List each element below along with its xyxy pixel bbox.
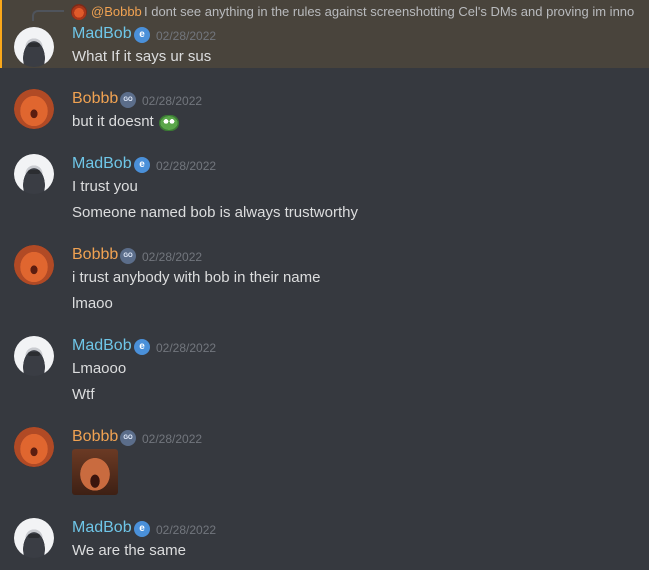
avatar[interactable] <box>14 427 54 467</box>
message-text: Wtf <box>72 386 95 403</box>
timestamp: 02/28/2022 <box>156 29 217 43</box>
message-text: Lmaooo <box>72 360 127 377</box>
timestamp: 02/28/2022 <box>142 94 203 108</box>
badge-icon[interactable]: e <box>134 339 150 355</box>
timestamp: 02/28/2022 <box>156 341 217 355</box>
message-text: lmaoo <box>72 295 113 312</box>
timestamp: 02/28/2022 <box>142 250 203 264</box>
message-text: I trust you <box>72 178 138 195</box>
timestamp: 02/28/2022 <box>156 159 217 173</box>
avatar[interactable] <box>14 336 54 376</box>
author-name[interactable]: Bobbb <box>72 90 118 108</box>
avatar[interactable] <box>14 518 54 558</box>
badge-icon[interactable]: e <box>134 521 150 537</box>
avatar[interactable] <box>14 89 54 129</box>
message-text: Someone named bob is always trustworthy <box>72 204 358 221</box>
message-text: but it doesnt <box>72 113 154 130</box>
message-text: We are the same <box>72 542 186 559</box>
author-name[interactable]: MadBob <box>72 155 132 173</box>
image-attachment[interactable] <box>72 449 118 495</box>
badge-icon[interactable]: e <box>134 157 150 173</box>
reply-preview-text[interactable]: I dont see anything in the rules against… <box>144 4 634 19</box>
badge-icon[interactable]: GO <box>120 430 136 446</box>
author-name[interactable]: MadBob <box>72 519 132 537</box>
chat-message-list: @Bobbb I dont see anything in the rules … <box>0 0 649 570</box>
author-name[interactable]: Bobbb <box>72 246 118 264</box>
message-text: What If it says ur sus <box>72 48 212 65</box>
author-name[interactable]: Bobbb <box>72 428 118 446</box>
avatar[interactable] <box>14 27 54 67</box>
reply-connector <box>32 10 64 21</box>
reply-author-avatar[interactable] <box>71 4 87 20</box>
author-name[interactable]: MadBob <box>72 25 132 43</box>
avatar[interactable] <box>14 154 54 194</box>
reply-author-name[interactable]: @Bobbb <box>91 4 142 19</box>
badge-icon[interactable]: GO <box>120 92 136 108</box>
author-name[interactable]: MadBob <box>72 337 132 355</box>
badge-icon[interactable]: GO <box>120 248 136 264</box>
message-text: i trust anybody with bob in their name <box>72 269 321 286</box>
avatar[interactable] <box>14 245 54 285</box>
pepe-emoji-icon[interactable] <box>159 115 179 131</box>
timestamp: 02/28/2022 <box>156 523 217 537</box>
timestamp: 02/28/2022 <box>142 432 203 446</box>
badge-icon[interactable]: e <box>134 27 150 43</box>
